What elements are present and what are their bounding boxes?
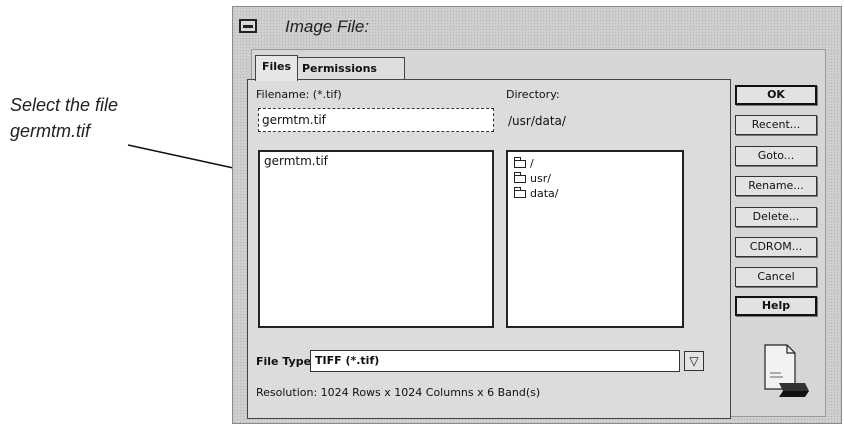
tab-files[interactable]: Files — [255, 55, 299, 81]
title-bar: Image File: — [237, 11, 841, 43]
folder-open-icon — [514, 156, 526, 168]
directory-item-label: / — [530, 157, 534, 170]
folder-open-icon — [514, 186, 526, 198]
triangle-down-icon: ▽ — [689, 354, 699, 368]
dialog-title: Image File: — [285, 17, 370, 36]
filetype-label: File Type: — [256, 355, 316, 368]
delete-button[interactable]: Delete... — [735, 207, 817, 227]
directory-item-label: data/ — [530, 187, 559, 200]
rename-button[interactable]: Rename... — [735, 176, 817, 196]
filetype-select[interactable]: TIFF (*.tif) — [310, 350, 680, 372]
directory-item-data[interactable]: data/ — [508, 186, 682, 201]
directory-item-label: usr/ — [530, 172, 551, 185]
filetype-dropdown-button[interactable]: ▽ — [684, 351, 704, 371]
folder-open-icon — [514, 171, 526, 183]
cdrom-button[interactable]: CDROM... — [735, 237, 817, 257]
directory-path: /usr/data/ — [508, 114, 566, 128]
image-file-dialog: Image File: Files Permissions Filename: … — [232, 6, 842, 424]
files-tab-content: Filename: (*.tif) Directory: germtm.tif … — [247, 79, 731, 419]
directory-item-root[interactable]: / — [508, 156, 682, 171]
filename-input[interactable]: germtm.tif — [258, 108, 494, 132]
filename-label: Filename: (*.tif) — [256, 88, 342, 101]
directory-label: Directory: — [506, 88, 560, 101]
recent-button[interactable]: Recent... — [735, 115, 817, 135]
directory-item-usr[interactable]: usr/ — [508, 171, 682, 186]
open-file-icon — [764, 344, 809, 397]
file-list[interactable]: germtm.tif — [258, 150, 494, 328]
help-button[interactable]: Help — [735, 296, 817, 316]
resolution-text: Resolution: 1024 Rows x 1024 Columns x 6… — [256, 386, 541, 399]
cancel-button[interactable]: Cancel — [735, 267, 817, 287]
window-menu-button[interactable] — [239, 19, 257, 33]
ok-button[interactable]: OK — [735, 85, 817, 105]
directory-list[interactable]: / usr/ data/ — [506, 150, 684, 328]
tab-permissions[interactable]: Permissions — [295, 57, 405, 81]
goto-button[interactable]: Goto... — [735, 146, 817, 166]
list-item[interactable]: germtm.tif — [260, 152, 492, 170]
